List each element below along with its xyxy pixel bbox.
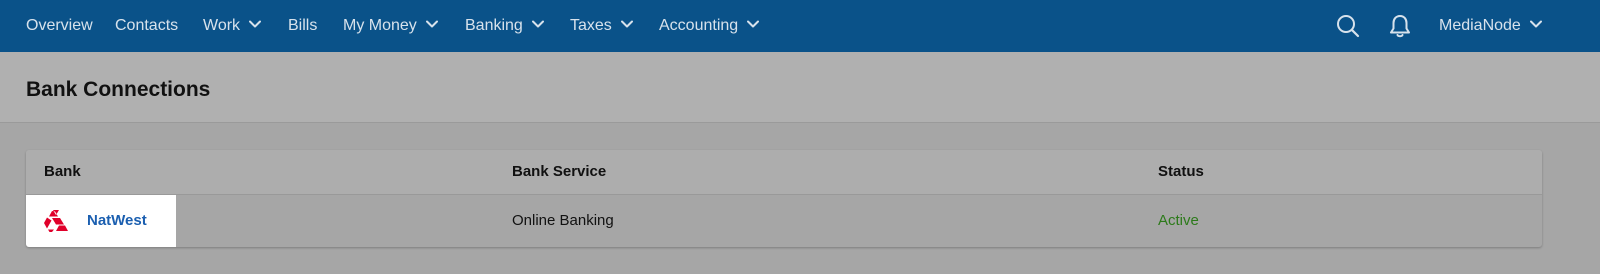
account-menu[interactable]: MediaNode <box>1439 0 1542 52</box>
status-badge: Active <box>1158 212 1199 229</box>
table-header: Bank Bank Service Status <box>26 150 1542 195</box>
column-header-bank-service: Bank Service <box>512 163 607 180</box>
nav-item-work[interactable]: Work <box>203 0 262 52</box>
nav-item-taxes[interactable]: Taxes <box>570 0 633 52</box>
page-title: Bank Connections <box>26 78 211 101</box>
column-header-bank: Bank <box>44 163 81 180</box>
bank-name-link[interactable]: NatWest <box>87 195 147 247</box>
bank-connections-table: Bank Bank Service Status NatWest Online … <box>26 150 1542 247</box>
column-header-status: Status <box>1158 163 1204 180</box>
bell-icon[interactable] <box>1387 13 1413 39</box>
chevron-down-icon <box>425 20 438 28</box>
table-row: NatWest Online Banking Active <box>26 195 1542 247</box>
nav-item-my-money[interactable]: My Money <box>343 0 438 52</box>
chevron-down-icon <box>531 20 544 28</box>
nav-item-overview[interactable]: Overview <box>26 0 93 52</box>
chevron-down-icon <box>1529 20 1542 28</box>
nav-item-accounting[interactable]: Accounting <box>659 0 760 52</box>
bank-service-cell: Online Banking <box>512 212 614 229</box>
nav-item-bills[interactable]: Bills <box>288 0 317 52</box>
natwest-logo-icon <box>44 210 68 232</box>
search-icon[interactable] <box>1335 13 1361 39</box>
top-navigation: Overview Contacts Work Bills My Money Ba… <box>0 0 1600 53</box>
chevron-down-icon <box>747 20 760 28</box>
nav-item-banking[interactable]: Banking <box>465 0 544 52</box>
nav-item-contacts[interactable]: Contacts <box>115 0 178 52</box>
page-header: Bank Connections <box>0 52 1600 123</box>
chevron-down-icon <box>620 20 633 28</box>
bank-cell-natwest[interactable]: NatWest <box>26 195 176 247</box>
chevron-down-icon <box>249 20 262 28</box>
